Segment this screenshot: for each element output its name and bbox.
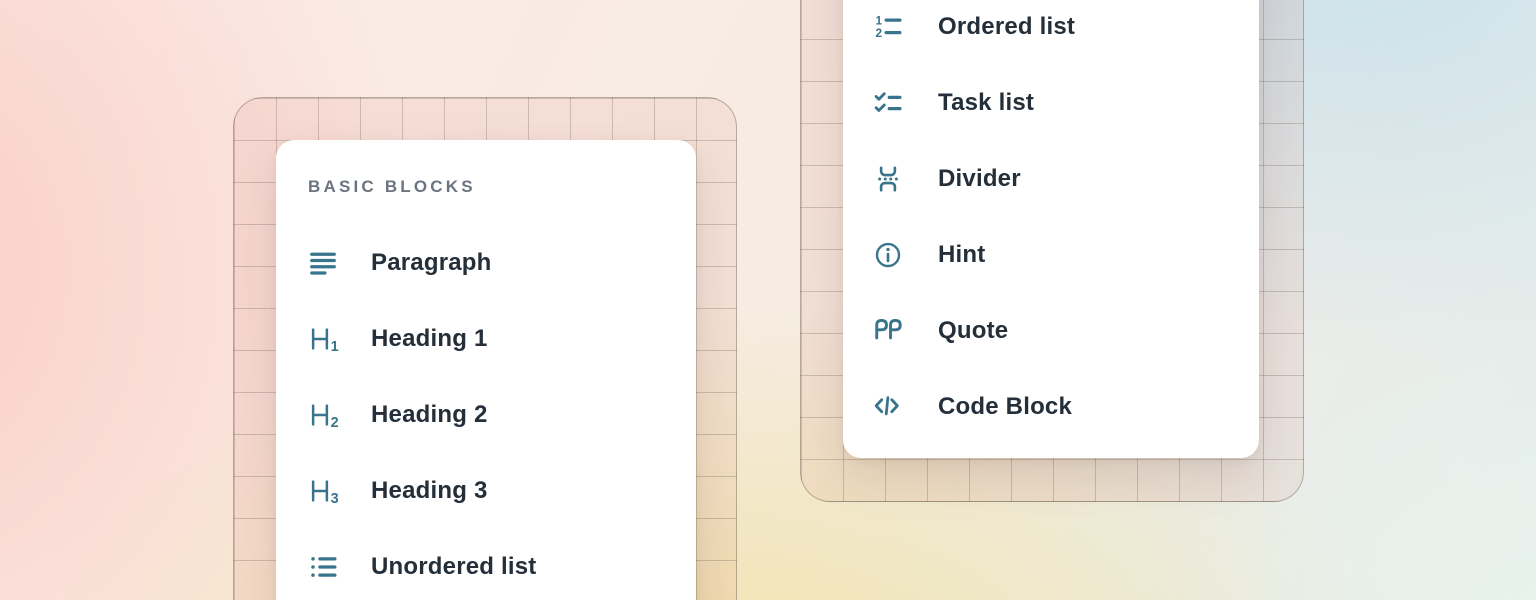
heading-1-icon: 1 xyxy=(308,324,371,354)
menu-item-quote[interactable]: Quote xyxy=(873,293,1229,369)
menu-item-label: Ordered list xyxy=(938,13,1075,41)
menu-item-paragraph[interactable]: Paragraph xyxy=(308,225,664,301)
more-blocks-menu: 1 2 Ordered list Task list xyxy=(843,0,1259,458)
heading-3-icon: 3 xyxy=(308,476,371,506)
menu-item-label: Paragraph xyxy=(371,249,492,277)
menu-item-label: Heading 3 xyxy=(371,477,488,505)
heading-2-icon: 2 xyxy=(308,400,371,430)
section-label-basic-blocks: BASIC BLOCKS xyxy=(308,140,664,197)
menu-item-label: Task list xyxy=(938,89,1034,117)
menu-item-hint[interactable]: Hint xyxy=(873,217,1229,293)
menu-item-label: Unordered list xyxy=(371,553,537,581)
menu-item-label: Heading 1 xyxy=(371,325,488,353)
divider-icon xyxy=(873,164,938,194)
svg-text:1: 1 xyxy=(331,339,339,354)
svg-text:3: 3 xyxy=(331,491,339,506)
task-list-icon xyxy=(873,88,938,118)
menu-item-heading-1[interactable]: 1 Heading 1 xyxy=(308,301,664,377)
menu-item-label: Quote xyxy=(938,317,1008,345)
ordered-list-icon: 1 2 xyxy=(873,12,938,42)
menu-item-task-list[interactable]: Task list xyxy=(873,65,1229,141)
editor-block-menus-illustration: BASIC BLOCKS Paragraph 1 Heading 1 xyxy=(0,0,1536,600)
menu-item-unordered-list[interactable]: Unordered list xyxy=(308,529,664,600)
svg-text:2: 2 xyxy=(331,415,339,430)
quote-icon xyxy=(873,316,938,346)
menu-item-label: Code Block xyxy=(938,393,1072,421)
menu-item-label: Divider xyxy=(938,165,1021,193)
menu-item-label: Heading 2 xyxy=(371,401,488,429)
menu-item-code-block[interactable]: Code Block xyxy=(873,369,1229,445)
paragraph-icon xyxy=(308,248,371,278)
more-blocks-list: 1 2 Ordered list Task list xyxy=(873,0,1229,445)
menu-item-heading-3[interactable]: 3 Heading 3 xyxy=(308,453,664,529)
menu-item-ordered-list[interactable]: 1 2 Ordered list xyxy=(873,0,1229,65)
unordered-list-icon xyxy=(308,552,371,582)
menu-item-heading-2[interactable]: 2 Heading 2 xyxy=(308,377,664,453)
basic-blocks-list: Paragraph 1 Heading 1 2 xyxy=(308,225,664,600)
basic-blocks-menu: BASIC BLOCKS Paragraph 1 Heading 1 xyxy=(276,140,696,600)
menu-item-label: Hint xyxy=(938,241,985,269)
svg-text:2: 2 xyxy=(876,26,883,40)
menu-item-divider[interactable]: Divider xyxy=(873,141,1229,217)
code-block-icon xyxy=(873,392,938,422)
hint-icon xyxy=(873,240,938,270)
